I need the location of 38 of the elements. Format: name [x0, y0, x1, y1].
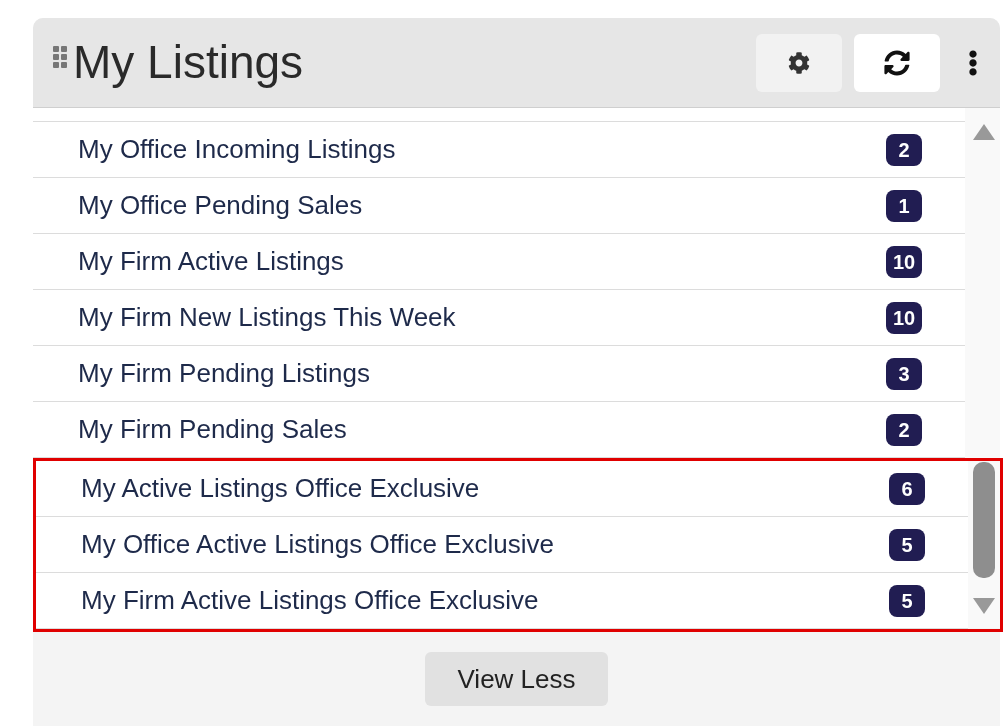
- count-badge: 6: [889, 472, 925, 505]
- view-less-button[interactable]: View Less: [425, 652, 608, 706]
- listing-label: My Firm New Listings This Week: [78, 301, 457, 334]
- listing-label: My Active Listings Office Exclusive: [81, 472, 481, 505]
- count-badge: 1: [886, 189, 922, 222]
- gear-icon: [788, 51, 810, 74]
- count-badge: 2: [886, 413, 922, 446]
- refresh-icon: [884, 49, 910, 76]
- listing-row[interactable]: My Office Active Listings Office Exclusive 5: [36, 517, 968, 573]
- count-badge: 3: [886, 357, 922, 390]
- listing-row[interactable]: My Active Listings Office Exclusive 6: [36, 461, 968, 517]
- count-badge: 10: [886, 301, 922, 334]
- count-badge: 5: [889, 528, 925, 561]
- settings-button[interactable]: [756, 33, 842, 92]
- listing-row[interactable]: My Firm Pending Sales 2: [33, 402, 965, 458]
- count-badge: 5: [889, 584, 925, 617]
- listing-label: My Firm Active Listings: [78, 245, 345, 278]
- panel-title: My Listings: [73, 35, 305, 90]
- count-badge: 10: [886, 245, 922, 278]
- listing-row[interactable]: My Firm Active Listings Office Exclusive 5: [36, 573, 968, 629]
- scroll-up-icon[interactable]: [973, 124, 995, 140]
- listing-row[interactable]: My Office Pending Sales 1: [33, 178, 965, 234]
- drag-handle-icon[interactable]: [53, 46, 67, 68]
- listing-label: My Office Incoming Listings: [78, 133, 397, 166]
- listing-label: My Firm Active Listings Office Exclusive: [81, 584, 540, 617]
- scroll-down-icon[interactable]: [973, 598, 995, 614]
- refresh-button[interactable]: [854, 33, 940, 92]
- scrollbar-thumb[interactable]: [973, 462, 995, 578]
- count-badge: 2: [886, 133, 922, 166]
- listing-row[interactable]: My Firm Active Listings 10: [33, 234, 965, 290]
- listing-row[interactable]: My Firm New Listings This Week 10: [33, 290, 965, 346]
- scrollbar[interactable]: [965, 108, 1000, 628]
- listing-label: My Office Pending Sales: [78, 189, 364, 222]
- listing-row[interactable]: My Firm Pending Listings 3: [33, 346, 965, 402]
- listing-label: My Office Active Listings Office Exclusive: [81, 528, 555, 561]
- listing-row[interactable]: My Office Incoming Listings 2: [33, 122, 965, 178]
- listing-label: My Firm Pending Listings: [78, 357, 371, 390]
- listing-label: My Firm Pending Sales: [78, 413, 348, 446]
